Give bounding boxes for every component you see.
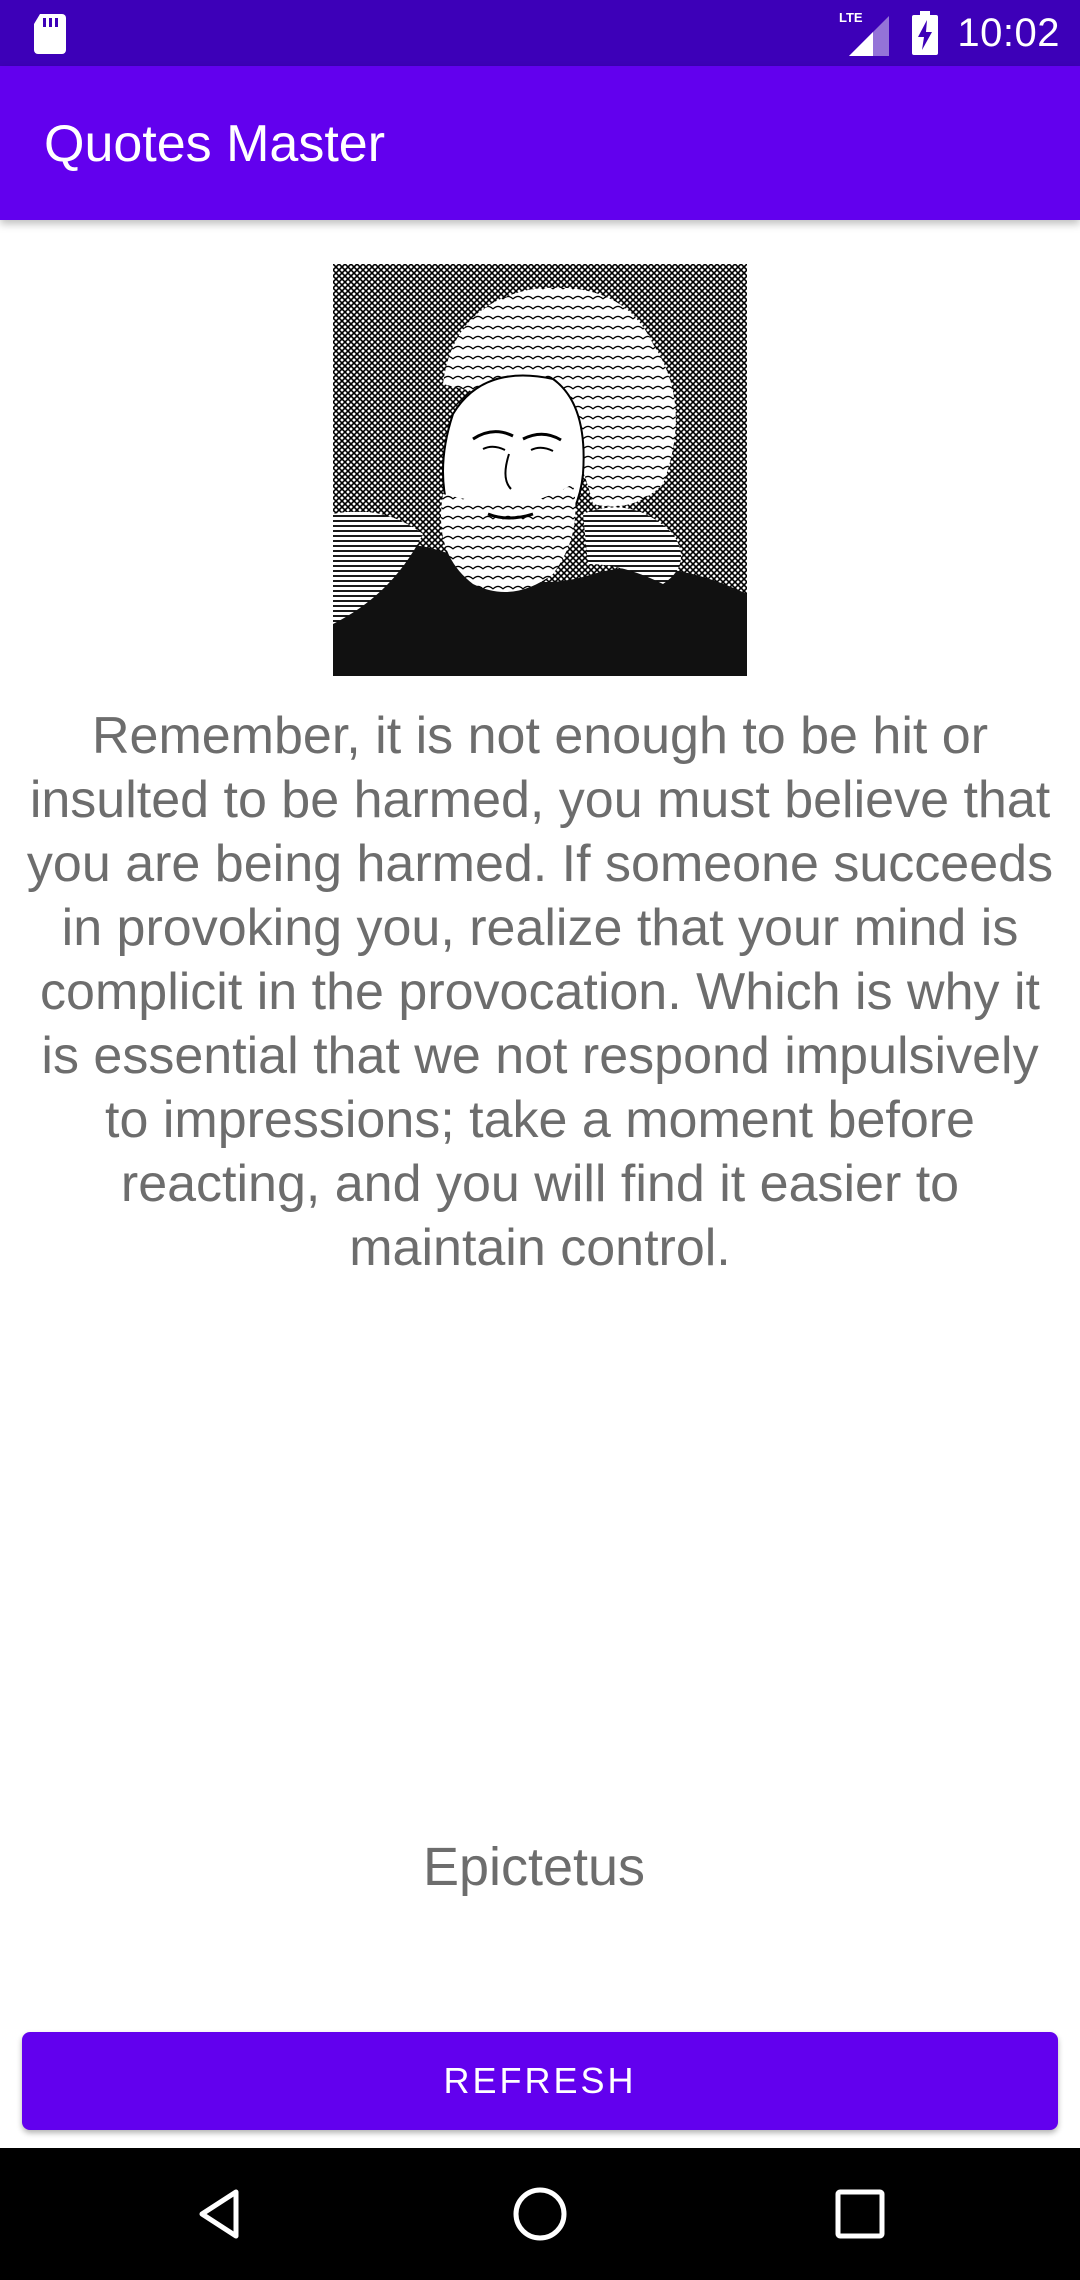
author-portrait-image	[333, 264, 747, 676]
screen: LTE 10:02 Quotes Master Remember, it is …	[0, 0, 1080, 2280]
quote-author: Epictetus	[422, 1837, 646, 1897]
recents-icon[interactable]	[824, 2178, 896, 2250]
back-icon[interactable]	[184, 2178, 256, 2250]
navigation-bar	[0, 2148, 1080, 2280]
home-icon[interactable]	[504, 2178, 576, 2250]
status-time: 10:02	[957, 10, 1060, 55]
quote-text: Remember, it is not enough to be hit or …	[26, 707, 1054, 1277]
app-bar: Quotes Master	[0, 66, 1080, 220]
status-bar: LTE 10:02	[0, 0, 1080, 66]
battery-charging-icon	[912, 11, 939, 55]
refresh-button[interactable]: REFRESH	[22, 2032, 1058, 2130]
sd-card-icon	[34, 14, 66, 54]
signal-icon: LTE	[839, 10, 890, 56]
status-icons: LTE 10:02	[837, 0, 1060, 66]
network-label: LTE	[839, 10, 863, 25]
app-title: Quotes Master	[44, 115, 386, 173]
